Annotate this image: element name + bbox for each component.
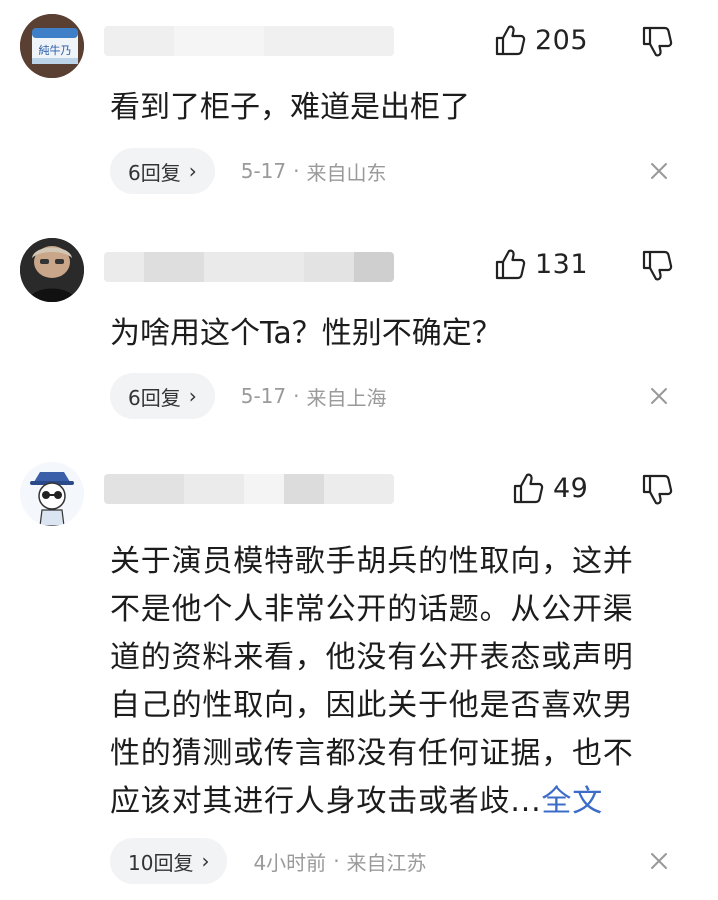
thumbs-down-icon (642, 474, 673, 505)
thumbs-up-icon (513, 473, 544, 504)
close-icon (651, 853, 667, 869)
comment-text-line: 性的猜测或传言都没有任何证据，也不 (110, 736, 634, 771)
like-button[interactable]: 49 (511, 468, 588, 508)
expand-full-text-link[interactable]: 全文 (541, 784, 603, 819)
avatar[interactable] (20, 462, 84, 526)
comment-3: 49 关于演员模特歌手胡兵的性取向，这并 不是他个人非常公开的话题。从公开渠 道… (0, 0, 718, 900)
username-blurred[interactable] (104, 474, 394, 504)
comment-time: 4小时前 (253, 850, 327, 875)
dislike-button[interactable] (640, 473, 674, 507)
comment-text-line: 关于演员模特歌手胡兵的性取向，这并 (110, 544, 634, 579)
comment-text-line: 道的资料来看，他没有公开表态或声明 (110, 640, 634, 675)
comment-text-last-line: 应该对其进行人身攻击或者歧...全文 (110, 778, 700, 826)
like-count: 49 (553, 472, 589, 504)
separator-dot: · (333, 849, 340, 873)
comment-text-line: 不是他个人非常公开的话题。从公开渠 (110, 592, 634, 627)
comment-text-line: 自己的性取向，因此关于他是否喜欢男 (110, 688, 634, 723)
reply-count: 10回复 (128, 850, 194, 875)
close-button[interactable] (648, 850, 670, 872)
avatar-image (20, 462, 84, 526)
reply-count-button[interactable]: 10回复 › (110, 838, 228, 884)
comment-meta: 10回复 › 4小时前 · 来自江苏 (110, 838, 427, 884)
chevron-right-icon: › (201, 849, 210, 873)
comment-text: 关于演员模特歌手胡兵的性取向，这并 不是他个人非常公开的话题。从公开渠 道的资料… (110, 538, 700, 826)
comment-text-line: 应该对其进行人身攻击或者歧... (110, 784, 542, 819)
comment-location: 来自江苏 (346, 850, 427, 875)
